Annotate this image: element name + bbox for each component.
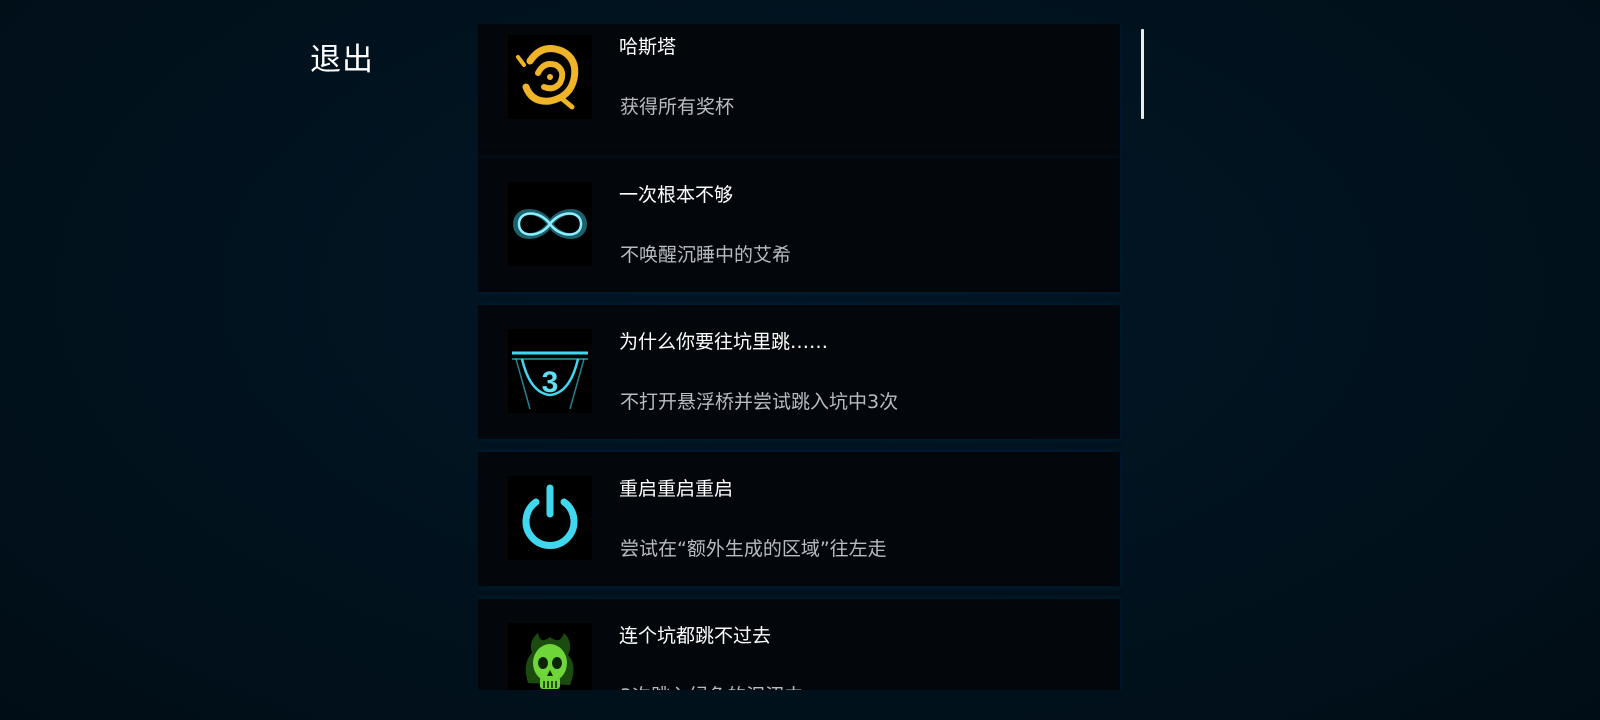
scrollbar-thumb[interactable] — [1141, 29, 1144, 119]
exit-button[interactable]: 退出 — [310, 34, 374, 79]
green-skull-icon — [508, 623, 592, 690]
achievement-list[interactable]: 哈斯塔 获得所有奖杯 一次根本不够 不唤醒沉睡中的艾希 3 为什么你要往坑里跳…… — [478, 24, 1123, 690]
achievement-description: 获得所有奖杯 — [620, 96, 735, 118]
achievement-card: 3 为什么你要往坑里跳…… 不打开悬浮桥并尝试跳入坑中3次 — [478, 305, 1120, 439]
achievement-title: 哈斯塔 — [619, 36, 677, 58]
achievement-card: 重启重启重启 尝试在“额外生成的区域”往左走 — [478, 452, 1120, 586]
pit-three-icon: 3 — [508, 329, 592, 413]
achievement-description: 尝试在“额外生成的区域”往左走 — [620, 538, 887, 560]
power-icon — [508, 476, 592, 560]
infinity-icon — [508, 182, 592, 266]
achievement-title: 一次根本不够 — [619, 184, 734, 206]
achievement-description: 3次跳入绿色的泥沼中 — [620, 681, 803, 690]
pit-three-icon-label: 3 — [542, 366, 559, 399]
achievement-card: 连个坑都跳不过去 3次跳入绿色的泥沼中 — [478, 599, 1120, 690]
yellow-sign-icon — [508, 35, 592, 119]
achievement-title: 连个坑都跳不过去 — [619, 625, 772, 647]
achievements-screen: 退出 哈斯塔 获得所有奖杯 一次根本不够 不唤醒沉睡中的艾希 3 为什么你要往坑… — [0, 0, 1600, 720]
achievement-title: 重启重启重启 — [619, 478, 734, 500]
achievement-title: 为什么你要往坑里跳…… — [619, 331, 829, 353]
achievement-description: 不唤醒沉睡中的艾希 — [620, 244, 792, 266]
achievement-description: 不打开悬浮桥并尝试跳入坑中3次 — [620, 391, 899, 413]
achievement-card: 哈斯塔 获得所有奖杯 — [478, 24, 1120, 158]
achievement-card: 一次根本不够 不唤醒沉睡中的艾希 — [478, 158, 1120, 292]
